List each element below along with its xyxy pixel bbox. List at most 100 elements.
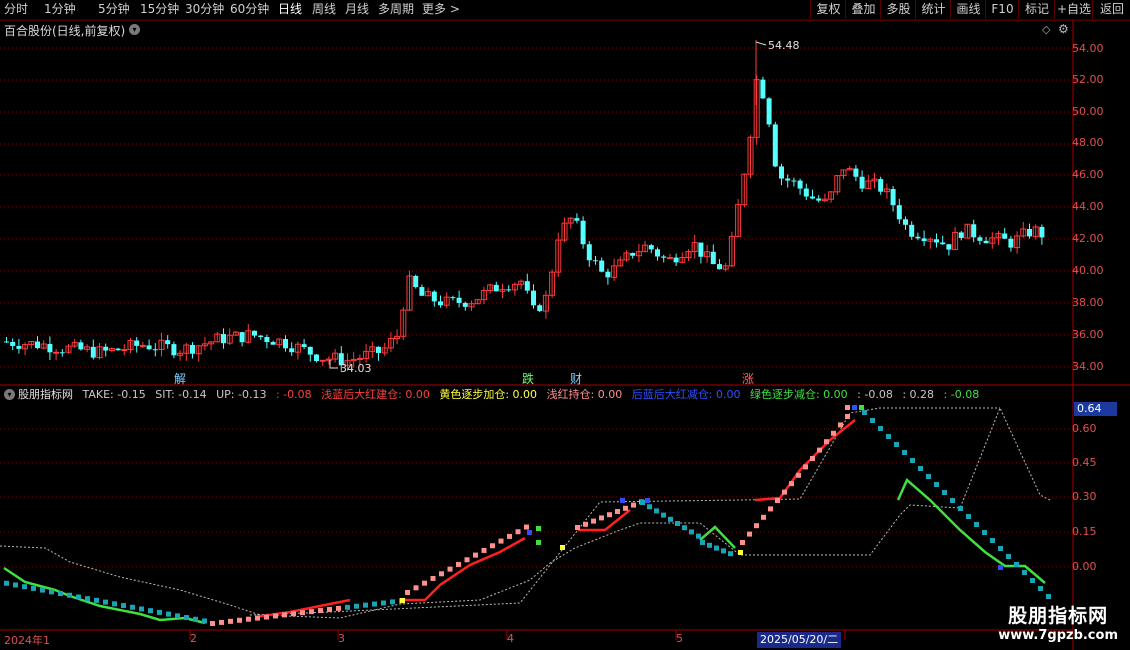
candle-body-up — [865, 180, 872, 190]
diamond-icon[interactable]: ◇ — [1042, 23, 1050, 36]
period-tab-15min[interactable]: 15分钟 — [140, 1, 179, 18]
settings-icon[interactable]: ⚙ — [1058, 22, 1069, 36]
indicator-block — [139, 606, 144, 612]
indicator-block — [754, 523, 759, 529]
indicator-menu-icon[interactable]: ▾ — [4, 389, 15, 400]
candle-body-up — [201, 343, 208, 347]
candle-body-down — [717, 264, 722, 270]
indicator-block — [661, 512, 666, 518]
candle-body-down — [779, 166, 784, 179]
statistics-button[interactable]: 统计 — [915, 0, 951, 19]
candle-body-down — [903, 219, 908, 225]
indicator-block — [1038, 586, 1043, 591]
indicator-block — [202, 618, 207, 624]
candle-body-up — [53, 351, 60, 354]
period-tab-more[interactable]: 更多 > — [422, 1, 460, 18]
candle-body-down — [171, 344, 177, 356]
indicator-block — [934, 482, 939, 487]
candle-body-down — [493, 284, 499, 292]
red-line — [400, 536, 526, 602]
indicator-block — [591, 518, 596, 524]
indicator-name[interactable]: 股朋指标网 — [18, 388, 73, 401]
indicator-block — [130, 604, 135, 610]
indicator-block — [862, 410, 867, 415]
indicator-block — [498, 538, 504, 544]
stock-title[interactable]: 百合股份(日线,前复权) — [4, 22, 125, 39]
indicator-block — [740, 540, 745, 545]
event-marker[interactable]: 财 — [570, 370, 582, 387]
candle-body-down — [803, 188, 809, 197]
candle-body-down — [78, 342, 84, 350]
indicator-block — [640, 500, 645, 505]
indicator-block — [49, 589, 54, 595]
indicator-block — [1014, 562, 1019, 567]
mark-button[interactable]: 标记 — [1018, 0, 1055, 19]
lower-envelope-line — [249, 407, 1000, 616]
indicator-block — [845, 414, 850, 419]
candle-body-down — [146, 345, 152, 350]
candle-body-down — [221, 334, 226, 344]
period-tab-weekly[interactable]: 周线 — [312, 1, 336, 18]
candle-body-up — [158, 339, 165, 350]
candle-body-up — [294, 343, 301, 353]
candle-body-down — [314, 354, 319, 362]
multi-stock-button[interactable]: 多股 — [880, 0, 916, 19]
period-tab-30min[interactable]: 30分钟 — [185, 1, 224, 18]
candle-body-down — [797, 180, 803, 189]
candle-body-up — [666, 257, 673, 260]
indicator-block — [859, 405, 864, 410]
indicator-block — [974, 522, 979, 527]
period-tab-timeshare[interactable]: 分时 — [4, 1, 28, 18]
candle-body-up — [381, 347, 388, 354]
draw-line-button[interactable]: 画线 — [950, 0, 986, 19]
indicator-block — [372, 601, 377, 607]
candle-body-up — [555, 239, 562, 273]
indicator-block — [31, 585, 36, 591]
indicator-block — [803, 464, 808, 470]
indicator-block — [894, 442, 899, 447]
candle-body-down — [878, 179, 884, 192]
indicator-block — [998, 546, 1003, 551]
candle-body-up — [325, 358, 332, 361]
indicator-block — [738, 550, 743, 555]
candle-body-up — [195, 345, 202, 355]
period-tab-multi[interactable]: 多周期 — [378, 1, 414, 18]
indicator-value: : -0.08 — [943, 388, 980, 401]
add-watchlist-button[interactable]: +自选 — [1054, 0, 1093, 19]
candle-body-up — [747, 136, 754, 175]
indicator-block — [782, 489, 787, 495]
candle-body-down — [419, 287, 425, 296]
period-tab-daily[interactable]: 日线 — [278, 1, 302, 18]
event-marker[interactable]: 涨 — [742, 370, 754, 387]
indicator-block — [456, 561, 461, 567]
indicator-block — [728, 551, 733, 557]
f10-button[interactable]: F10 — [985, 0, 1019, 19]
candle-body-up — [1020, 228, 1027, 237]
candle-body-down — [438, 301, 443, 306]
indicator-block — [103, 599, 108, 605]
candle-body-down — [103, 346, 109, 351]
event-marker-text: 跌 — [522, 372, 535, 386]
back-button[interactable]: 返回 — [1092, 0, 1130, 19]
indicator-block — [966, 514, 971, 519]
period-tab-monthly[interactable]: 月线 — [345, 1, 369, 18]
period-tab-1min[interactable]: 1分钟 — [44, 1, 76, 18]
stock-menu-icon[interactable]: ▾ — [129, 24, 140, 35]
event-marker-text: 解 — [174, 372, 187, 386]
candle-body-up — [883, 188, 890, 193]
candle-body-down — [853, 168, 859, 177]
candle-body-down — [977, 237, 983, 241]
indicator-block — [950, 498, 955, 503]
indicator-block — [390, 599, 395, 605]
time-axis-label: 2024年1 — [4, 634, 50, 647]
low-price-annotation: 34.03 — [340, 362, 372, 375]
event-marker[interactable]: 跌 — [522, 370, 534, 387]
indicator-block — [527, 530, 532, 535]
overlay-button[interactable]: 叠加 — [845, 0, 881, 19]
indicator-block — [228, 618, 233, 624]
period-tab-5min[interactable]: 5分钟 — [98, 1, 130, 18]
restore-rights-button[interactable]: 复权 — [810, 0, 846, 19]
event-marker[interactable]: 解 — [174, 370, 186, 387]
period-tab-60min[interactable]: 60分钟 — [230, 1, 269, 18]
indicator-block — [870, 418, 875, 423]
